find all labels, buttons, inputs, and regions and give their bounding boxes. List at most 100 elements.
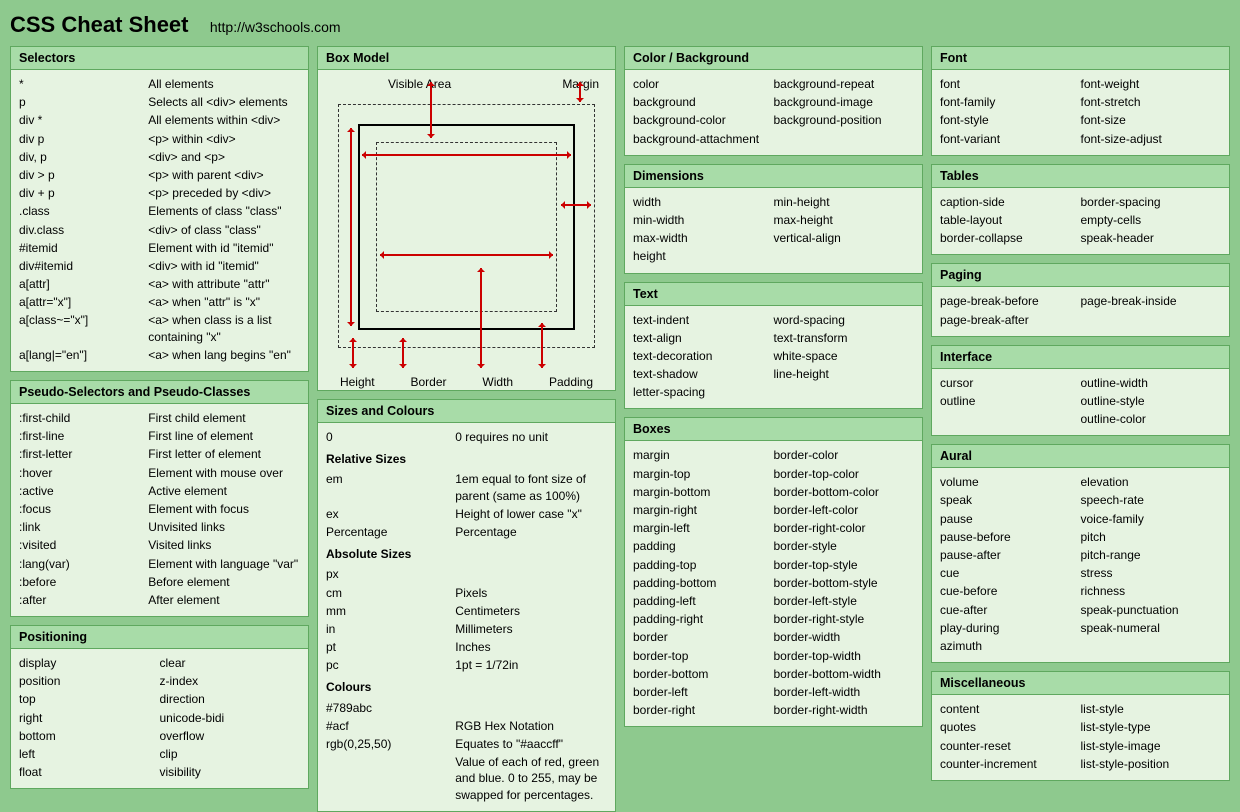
cell: padding-bottom [633,575,774,591]
cell: clip [160,746,301,762]
cell: stress [1081,565,1222,581]
cell: azimuth [940,638,1081,654]
cell: div + p [19,185,148,201]
cell: Millimeters [455,621,607,637]
cell: color [633,76,774,92]
cell: Pixels [455,585,607,601]
cell: margin-bottom [633,484,774,500]
cell: font-size-adjust [1081,131,1222,147]
cell: unicode-bidi [160,710,301,726]
cell [1081,312,1222,328]
cell: Elements of class "class" [148,203,300,219]
cell: padding-top [633,557,774,573]
border-connector [402,338,404,368]
cell: em [326,471,455,503]
margin-right-arrow [561,204,591,206]
cell: RGB Hex Notation [455,718,607,734]
cell: text-decoration [633,348,774,364]
cell: :first-line [19,428,148,444]
cell: #itemid [19,240,148,256]
cell: div p [19,131,148,147]
panel-boxes: Boxes marginborder-colormargin-topborder… [624,417,923,727]
cell: border-color [774,447,915,463]
panel-body: page-break-beforepage-break-insidepage-b… [932,287,1229,335]
panel-paging: Paging page-break-beforepage-break-insid… [931,263,1230,336]
cell: border-right-color [774,520,915,536]
cell: font-variant [940,131,1081,147]
label-border: Border [411,374,447,390]
cell: a[attr="x"] [19,294,148,310]
cell: a[attr] [19,276,148,292]
cell: voice-family [1081,511,1222,527]
panel-color: Color / Background colorbackground-repea… [624,46,923,156]
cell: border-bottom [633,666,774,682]
box-model-diagram: Visible Area Margin [318,70,615,390]
panel-title: Miscellaneous [932,672,1229,695]
cell: :before [19,574,148,590]
cell: padding-right [633,611,774,627]
cell: background-color [633,112,774,128]
panel-body: widthmin-heightmin-widthmax-heightmax-wi… [625,188,922,273]
cell: margin-top [633,466,774,482]
cell: position [19,673,160,689]
cell: border-spacing [1081,194,1222,210]
cell [1081,638,1222,654]
cell: First line of element [148,428,300,444]
cell: padding-left [633,593,774,609]
cell: <p> with parent <div> [148,167,300,183]
cell: background-image [774,94,915,110]
cell: border [633,629,774,645]
cell: height [633,248,774,264]
cell: word-spacing [774,312,915,328]
cell: Height of lower case "x" [455,506,607,522]
cell: Value of each of red, green and blue. 0 … [455,754,607,803]
cell [940,411,1081,427]
cell: outline [940,393,1081,409]
cell: speak-numeral [1081,620,1222,636]
cell: list-style-image [1081,738,1222,754]
cell: :visited [19,537,148,553]
cell: font-stretch [1081,94,1222,110]
cell: :first-child [19,410,148,426]
source-link[interactable]: http://w3schools.com [210,19,341,35]
cell: border-bottom-style [774,575,915,591]
panel-selectors: Selectors *All elementspSelects all <div… [10,46,309,372]
cell: min-width [633,212,774,228]
cell: <div> with id "itemid" [148,258,300,274]
panel-text: Text text-indentword-spacingtext-alignte… [624,282,923,410]
panel-title: Interface [932,346,1229,369]
cell: width [633,194,774,210]
cell: left [19,746,160,762]
cell: border-top-style [774,557,915,573]
cell: border-bottom-width [774,666,915,682]
cell: in [326,621,455,637]
cell: content [940,701,1081,717]
cell: <a> when class is a list containing "x" [148,312,300,344]
cell: font [940,76,1081,92]
panel-body: displayclearpositionz-indextopdirectionr… [11,649,308,788]
cell: background-position [774,112,915,128]
panel-body: text-indentword-spacingtext-aligntext-tr… [625,306,922,409]
cell: right [19,710,160,726]
cell: pc [326,657,455,673]
panel-body: marginborder-colormargin-topborder-top-c… [625,441,922,726]
panel-body: colorbackground-repeatbackgroundbackgrou… [625,70,922,155]
panel-box-model: Box Model Visible Area Margin [317,46,616,391]
cell: caption-side [940,194,1081,210]
cell: max-height [774,212,915,228]
cell: border-left [633,684,774,700]
cell: div.class [19,222,148,238]
cell: direction [160,691,301,707]
cell: a[class~="x"] [19,312,148,344]
cell: outline-width [1081,375,1222,391]
cell: text-indent [633,312,774,328]
cell: font-family [940,94,1081,110]
panel-aural: Aural volumeelevationspeakspeech-ratepau… [931,444,1230,663]
cell: border-style [774,538,915,554]
cell: text-shadow [633,366,774,382]
cell: background-attachment [633,131,774,147]
panel-title: Box Model [318,47,615,70]
cell: 0 [326,429,455,445]
height-connector [352,338,354,368]
column-1: Selectors *All elementspSelects all <div… [10,46,309,812]
